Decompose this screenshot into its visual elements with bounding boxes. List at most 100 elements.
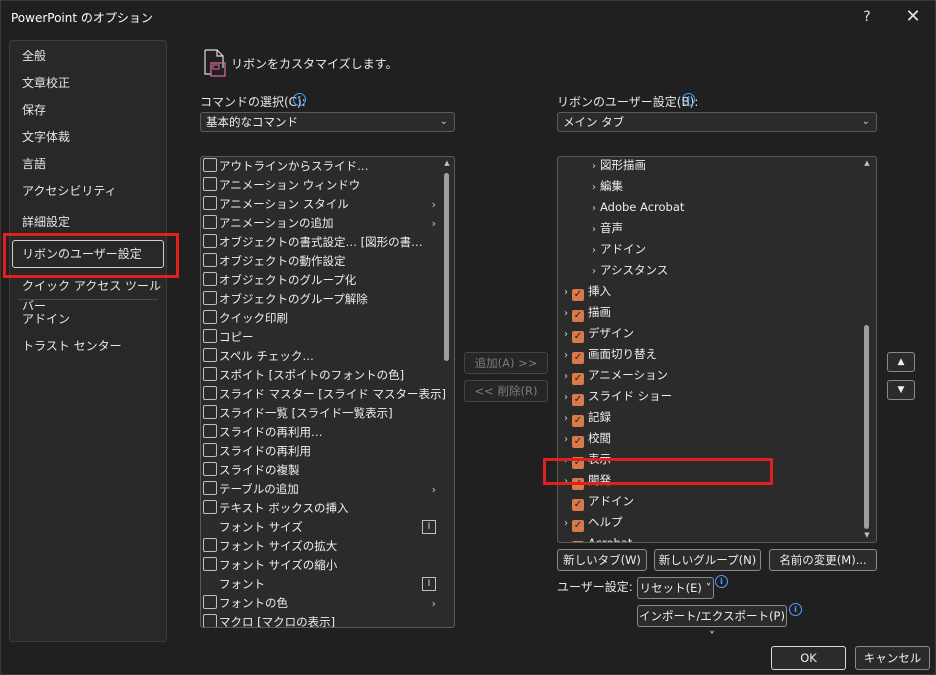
nav-item-quick-access-toolbar[interactable]: クイック アクセス ツール バー <box>22 276 166 313</box>
checkbox-checked-icon[interactable]: ✓ <box>572 415 584 427</box>
info-icon[interactable]: i <box>715 575 728 588</box>
reset-button[interactable]: リセット(E) ˅ <box>637 577 714 599</box>
new-tab-button[interactable]: 新しいタブ(W) <box>557 549 647 571</box>
nav-item-general[interactable]: 全般 <box>22 46 46 66</box>
ribbon-tree-item[interactable]: › ✓ 画面切り替え <box>560 344 657 364</box>
help-button[interactable]: ? <box>849 5 885 29</box>
ribbon-tree-item[interactable]: › 図形描画 <box>588 157 646 177</box>
command-list-item[interactable]: スライド マスター [スライド マスター表示] <box>203 385 446 404</box>
import-export-button[interactable]: インポート/エクスポート(P) ˅ <box>637 605 787 643</box>
command-list-item[interactable]: フォントの色 <box>203 594 288 613</box>
checkbox-checked-icon[interactable]: ✓ <box>572 520 584 532</box>
command-list-item[interactable]: アニメーションの追加 <box>203 214 334 233</box>
checkbox-checked-icon[interactable]: ✓ <box>572 331 584 343</box>
command-list-item[interactable]: コピー <box>203 328 254 347</box>
commands-dropdown[interactable]: 基本的なコマンド ⌄ <box>200 112 455 132</box>
checkbox-checked-icon[interactable]: ✓ <box>572 541 584 542</box>
info-icon[interactable]: i <box>293 93 306 106</box>
command-list-item[interactable]: アニメーション スタイル <box>203 195 349 214</box>
ribbon-tree-item[interactable]: › ✓ 校閲 <box>560 428 611 448</box>
cancel-button[interactable]: キャンセル <box>855 646 930 670</box>
command-list-item[interactable]: オブジェクトの書式設定… [図形の書… <box>203 233 423 252</box>
chevron-right-icon[interactable]: › <box>560 304 572 324</box>
command-list-item[interactable]: オブジェクトのグループ化 <box>203 271 356 290</box>
nav-item-save[interactable]: 保存 <box>22 100 46 120</box>
command-list-item[interactable]: スライド一覧 [スライド一覧表示] <box>203 404 393 423</box>
close-button[interactable]: ✕ <box>895 5 931 29</box>
ribbon-tree-item[interactable]: › ✓ 記録 <box>560 407 611 427</box>
command-list-item[interactable]: スライドの複製 <box>203 461 300 480</box>
scroll-up-icon[interactable]: ▲ <box>442 159 452 167</box>
scroll-up-icon[interactable]: ▲ <box>862 159 872 167</box>
command-list-item[interactable]: スペル チェック… <box>203 347 314 366</box>
ok-button[interactable]: OK <box>771 646 846 670</box>
chevron-right-icon[interactable]: › <box>588 220 600 240</box>
ribbon-scrollbar[interactable]: ▲ ▼ <box>862 159 870 540</box>
command-list-item[interactable]: テーブルの追加 <box>203 480 299 499</box>
ribbon-tree-item[interactable]: › ✓ デザイン <box>560 323 634 343</box>
add-button[interactable]: 追加(A) >> <box>464 352 548 374</box>
rename-button[interactable]: 名前の変更(M)... <box>769 549 877 571</box>
command-list-item[interactable]: アウトラインからスライド… <box>203 157 369 176</box>
checkbox-checked-icon[interactable]: ✓ <box>572 352 584 364</box>
move-up-button[interactable]: ▲ <box>887 352 915 372</box>
chevron-right-icon[interactable]: › <box>560 325 572 345</box>
nav-item-typography[interactable]: 文字体裁 <box>22 127 70 147</box>
ribbon-tree-item[interactable]: › 音声 <box>588 218 623 238</box>
command-list-item[interactable]: フォント サイズ <box>203 518 303 537</box>
nav-item-language[interactable]: 言語 <box>22 154 46 174</box>
chevron-right-icon[interactable]: › <box>560 283 572 303</box>
ribbon-tree-item[interactable]: › アシスタンス <box>588 260 668 280</box>
chevron-right-icon[interactable]: › <box>588 199 600 219</box>
command-list-item[interactable]: スライドの再利用… <box>203 423 323 442</box>
ribbon-tree-item[interactable]: › 編集 <box>588 176 623 196</box>
chevron-right-icon[interactable]: › <box>588 157 600 177</box>
ribbon-tree-item[interactable]: ›✓ Acrobat <box>560 533 632 542</box>
command-list-item[interactable]: マクロ [マクロの表示] <box>203 613 335 627</box>
command-list-item[interactable]: フォント サイズの拡大 <box>203 537 337 556</box>
command-list-item[interactable]: スポイト [スポイトのフォントの色] <box>203 366 404 385</box>
nav-item-accessibility[interactable]: アクセシビリティ <box>22 181 117 201</box>
chevron-right-icon[interactable]: › <box>560 409 572 429</box>
commands-list[interactable]: アウトラインからスライド… アニメーション ウィンドウ アニメーション スタイル › ア… <box>200 156 455 628</box>
ribbon-tree-item[interactable]: › ✓ 描画 <box>560 302 611 322</box>
checkbox-checked-icon[interactable]: ✓ <box>572 436 584 448</box>
checkbox-checked-icon[interactable]: ✓ <box>572 310 584 322</box>
command-list-item[interactable]: フォント サイズの縮小 <box>203 556 337 575</box>
ribbon-tree-item[interactable]: › ✓ ヘルプ <box>560 512 623 532</box>
nav-item-proofing[interactable]: 文章校正 <box>22 73 70 93</box>
scroll-down-icon[interactable]: ▼ <box>862 531 872 539</box>
ribbon-tree-item[interactable]: › ✓ アニメーション <box>560 365 668 385</box>
chevron-right-icon[interactable]: › <box>560 535 572 542</box>
command-list-item[interactable]: オブジェクトのグループ解除 <box>203 290 368 309</box>
commands-scrollbar[interactable]: ▲ <box>442 159 450 625</box>
chevron-right-icon[interactable]: › <box>588 241 600 261</box>
chevron-right-icon[interactable]: › <box>560 514 572 534</box>
scroll-thumb[interactable] <box>444 173 449 361</box>
nav-item-trust-center[interactable]: トラスト センター <box>22 336 122 356</box>
ribbon-tree-item[interactable]: › Adobe Acrobat <box>588 197 684 217</box>
ribbon-tree-item[interactable]: ✓ アドイン <box>560 491 634 511</box>
chevron-right-icon[interactable]: › <box>588 178 600 198</box>
nav-item-advanced[interactable]: 詳細設定 <box>22 212 70 232</box>
chevron-right-icon[interactable]: › <box>560 346 572 366</box>
nav-item-addins[interactable]: アドイン <box>22 309 70 329</box>
ribbon-dropdown[interactable]: メイン タブ ⌄ <box>557 112 877 132</box>
checkbox-checked-icon[interactable]: ✓ <box>572 499 584 511</box>
command-list-item[interactable]: テキスト ボックスの挿入 <box>203 499 348 518</box>
info-icon[interactable]: i <box>789 603 802 616</box>
checkbox-checked-icon[interactable]: ✓ <box>572 394 584 406</box>
command-list-item[interactable]: アニメーション ウィンドウ <box>203 176 360 195</box>
ribbon-tree-item[interactable]: › アドイン <box>588 239 646 259</box>
move-down-button[interactable]: ▼ <box>887 380 915 400</box>
command-list-item[interactable]: スライドの再利用 <box>203 442 311 461</box>
command-list-item[interactable]: クイック印刷 <box>203 309 288 328</box>
ribbon-tree-item[interactable]: › ✓ スライド ショー <box>560 386 672 406</box>
chevron-right-icon[interactable]: › <box>560 367 572 387</box>
checkbox-checked-icon[interactable]: ✓ <box>572 289 584 301</box>
chevron-right-icon[interactable]: › <box>560 388 572 408</box>
command-list-item[interactable]: フォント <box>203 575 265 594</box>
chevron-right-icon[interactable]: › <box>588 262 600 282</box>
new-group-button[interactable]: 新しいグループ(N) <box>654 549 761 571</box>
chevron-right-icon[interactable]: › <box>560 430 572 450</box>
